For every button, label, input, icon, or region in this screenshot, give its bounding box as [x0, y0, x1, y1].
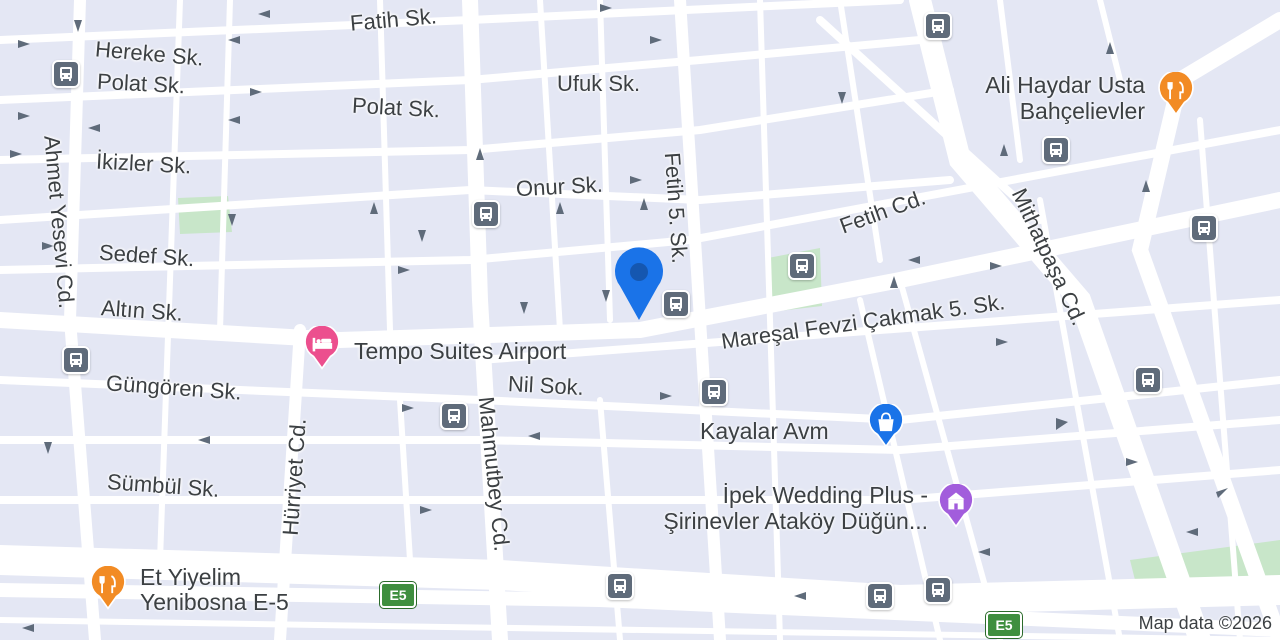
- poi-label-kayalar-avm[interactable]: Kayalar Avm: [700, 418, 829, 444]
- bus-stop-icon[interactable]: [1190, 214, 1218, 242]
- poi-name-line: İpek Wedding Plus -: [722, 482, 928, 508]
- poi-label-et-yiyelim[interactable]: Et Yiyelim Yenibosna E-5: [140, 565, 289, 615]
- map-attribution: Map data ©2026: [1138, 613, 1272, 633]
- bus-stop-icon[interactable]: [788, 252, 816, 280]
- street-label-polat-sk: Polat Sk.: [351, 92, 441, 123]
- street-label-onur-sk: Onur Sk.: [515, 171, 604, 202]
- map-view[interactable]: Fatih Sk. Hereke Sk. Polat Sk. Polat Sk.…: [0, 0, 1280, 640]
- bus-stop-icon[interactable]: [662, 290, 690, 318]
- poi-label-ali-haydar-usta[interactable]: Ali Haydar Usta Bahçelievler: [955, 72, 1145, 124]
- bus-stop-icon[interactable]: [62, 346, 90, 374]
- bus-stop-icon[interactable]: [1042, 136, 1070, 164]
- shopping-bag-icon[interactable]: [864, 404, 908, 448]
- restaurant-icon[interactable]: [86, 566, 130, 610]
- restaurant-icon[interactable]: [1154, 72, 1198, 116]
- street-label-ufuk-sk: Ufuk Sk.: [557, 71, 641, 96]
- bus-stop-icon[interactable]: [700, 378, 728, 406]
- poi-name-line: Bahçelievler: [1019, 98, 1145, 124]
- bus-stop-icon[interactable]: [440, 402, 468, 430]
- poi-label-tempo-suites[interactable]: Tempo Suites Airport: [354, 338, 566, 364]
- poi-name-line: Yenibosna E-5: [140, 589, 289, 615]
- bus-stop-icon[interactable]: [866, 582, 894, 610]
- wedding-icon[interactable]: [934, 484, 978, 528]
- road-shield-e5: E5: [380, 582, 416, 608]
- poi-name-line: Ali Haydar Usta: [985, 72, 1145, 98]
- street-label-nil-sok: Nil Sok.: [507, 371, 585, 400]
- bus-stop-icon[interactable]: [924, 576, 952, 604]
- poi-name-line: Şirinevler Ataköy Düğün...: [663, 508, 928, 534]
- street-label-polat-sk: Polat Sk.: [96, 68, 186, 99]
- bus-stop-icon[interactable]: [472, 200, 500, 228]
- hotel-icon[interactable]: [300, 326, 344, 370]
- poi-label-ipek-wedding-plus[interactable]: İpek Wedding Plus - Şirinevler Ataköy Dü…: [640, 482, 928, 534]
- road-shield-e5: E5: [986, 612, 1022, 638]
- bus-stop-icon[interactable]: [606, 572, 634, 600]
- poi-name-line: Et Yiyelim: [140, 564, 241, 590]
- street-label-ikizler-sk: İkizler Sk.: [95, 148, 192, 179]
- bus-stop-icon[interactable]: [52, 60, 80, 88]
- location-pin-icon[interactable]: [612, 246, 666, 322]
- bus-stop-icon[interactable]: [1134, 366, 1162, 394]
- bus-stop-icon[interactable]: [924, 12, 952, 40]
